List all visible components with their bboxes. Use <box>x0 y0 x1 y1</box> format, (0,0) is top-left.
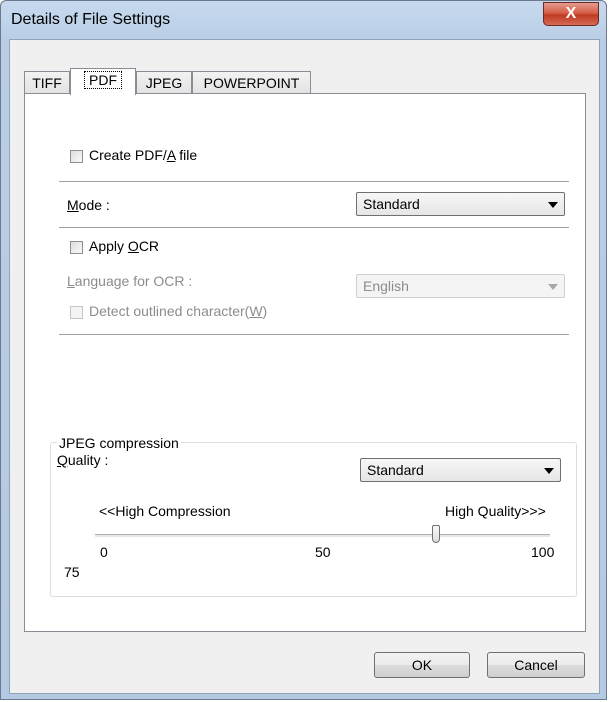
tab-powerpoint[interactable]: POWERPOINT <box>192 71 311 93</box>
language-dropdown-value: English <box>363 278 409 294</box>
detect-outlined-checkbox <box>70 306 83 319</box>
window-title: Details of File Settings <box>11 11 171 28</box>
chevron-down-icon <box>548 202 558 208</box>
separator <box>59 227 569 228</box>
slider-tick-mid: 50 <box>315 544 331 560</box>
language-dropdown: English <box>356 274 565 298</box>
apply-ocr-label: Apply OCR <box>89 238 160 254</box>
quality-slider-track[interactable] <box>95 534 550 537</box>
close-icon: X <box>565 5 577 22</box>
dialog-client-area: TIFF PDF JPEG POWERPOINT Create PDF/A fi… <box>9 39 600 694</box>
slider-current-value: 75 <box>64 564 80 580</box>
high-quality-label: High Quality>>> <box>445 503 546 519</box>
quality-slider-thumb[interactable] <box>432 525 441 543</box>
close-button[interactable]: X <box>543 2 599 26</box>
detect-outlined-label: Detect outlined character(W) <box>89 303 268 319</box>
tab-jpeg[interactable]: JPEG <box>136 71 192 93</box>
separator <box>59 334 569 335</box>
tab-label: JPEG <box>145 75 183 91</box>
pdf-tab-panel: Create PDF/A file Mode : Standard Apply … <box>24 93 586 632</box>
mode-label: Mode : <box>67 197 110 213</box>
quality-dropdown-value: Standard <box>367 462 424 478</box>
chevron-down-icon <box>548 284 558 290</box>
slider-tick-min: 0 <box>100 544 108 560</box>
separator <box>59 181 569 182</box>
tab-pdf[interactable]: PDF <box>70 68 136 95</box>
title-bar: Details of File Settings X <box>1 1 606 39</box>
tab-label: TIFF <box>32 75 62 91</box>
quality-label: Quality : <box>57 452 109 468</box>
jpeg-compression-title: JPEG compression <box>57 435 181 451</box>
mode-dropdown[interactable]: Standard <box>356 192 565 216</box>
ok-button[interactable]: OK <box>374 652 470 678</box>
cancel-button[interactable]: Cancel <box>487 652 585 678</box>
dialog-window: Details of File Settings X TIFF PDF JPEG… <box>0 0 607 700</box>
high-compression-label: <<High Compression <box>99 503 231 519</box>
apply-ocr-checkbox[interactable] <box>70 241 83 254</box>
tab-label: POWERPOINT <box>203 75 300 91</box>
slider-tick-max: 100 <box>531 544 555 560</box>
language-label: Language for OCR : <box>67 273 193 289</box>
tab-label: PDF <box>84 71 122 89</box>
mode-dropdown-value: Standard <box>363 196 420 212</box>
tab-tiff[interactable]: TIFF <box>24 71 70 93</box>
create-pdfa-label: Create PDF/A file <box>89 147 198 163</box>
chevron-down-icon <box>544 468 554 474</box>
quality-dropdown[interactable]: Standard <box>360 458 561 482</box>
create-pdfa-checkbox[interactable] <box>70 150 83 163</box>
